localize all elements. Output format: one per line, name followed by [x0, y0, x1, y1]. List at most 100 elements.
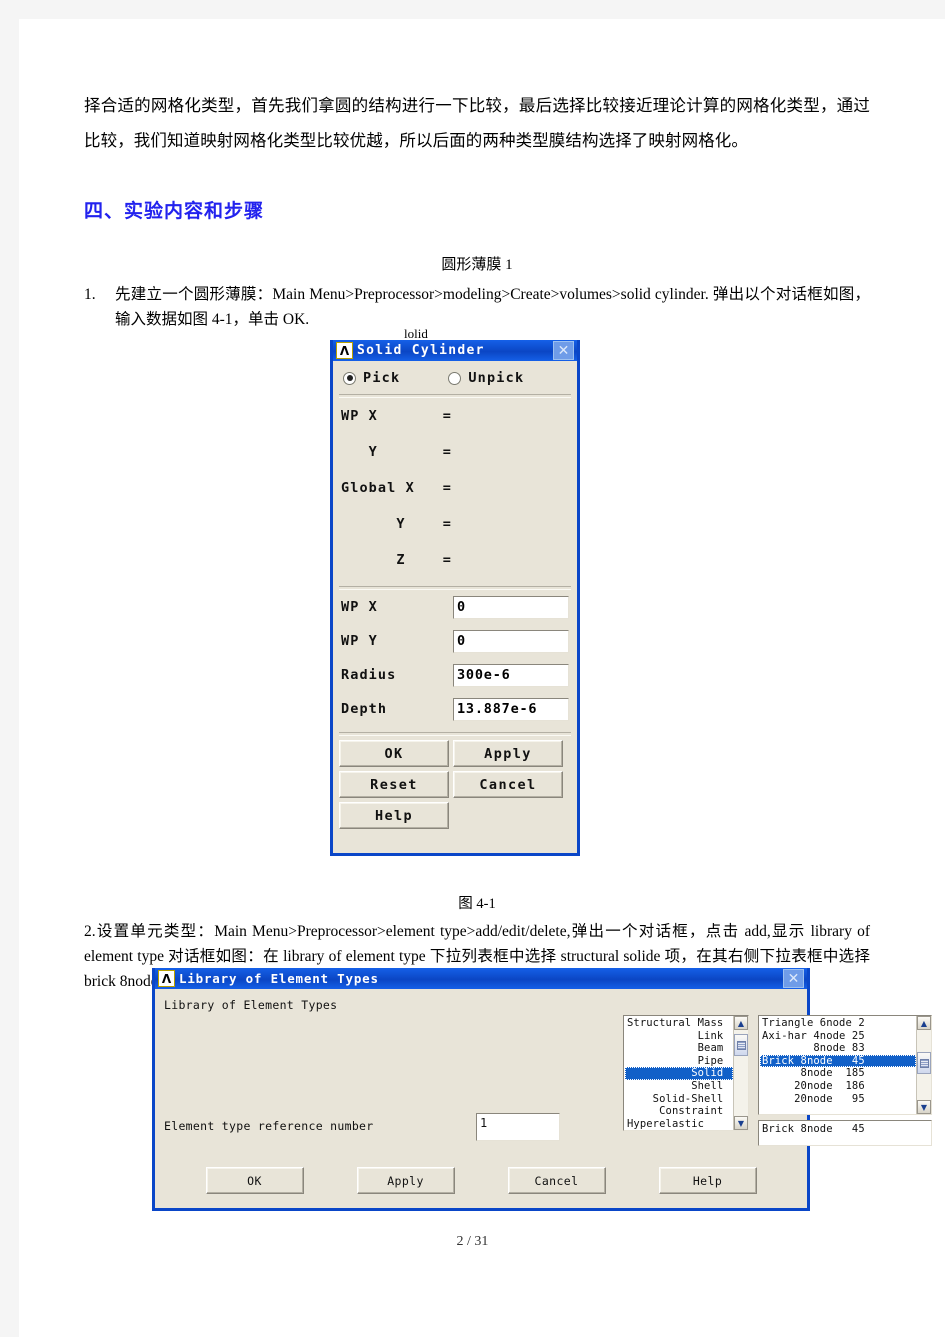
- field-row-depth: Depth 13.887e-6: [333, 692, 577, 726]
- ok-button[interactable]: OK: [205, 1167, 304, 1194]
- wp-y-input[interactable]: 0: [453, 629, 569, 653]
- wp-x-label: WP X: [341, 599, 378, 615]
- scrollbar-grip-icon: [919, 1058, 929, 1068]
- subsection-caption: 圆形薄膜 1: [441, 257, 513, 273]
- scrollbar-thumb[interactable]: [734, 1034, 748, 1056]
- document-page: 择合适的网格化类型，首先我们拿圆的结构进行一下比较，最后选择比较接近理论计算的网…: [0, 0, 945, 1337]
- readonly-label: Z: [341, 552, 406, 568]
- category-list-scrollbar[interactable]: ▲ ▼: [733, 1016, 748, 1130]
- help-button[interactable]: Help: [658, 1167, 757, 1194]
- equals-sign: =: [442, 480, 452, 496]
- equals-sign: =: [442, 408, 452, 424]
- step-1: 1. 先建立一个圆形薄膜：Main Menu>Preprocessor>mode…: [84, 282, 870, 332]
- equals-sign: =: [442, 552, 452, 568]
- wp-x-input[interactable]: 0: [453, 595, 569, 619]
- page-gutter-left: [0, 0, 19, 1337]
- scrollbar-grip-icon: [736, 1040, 746, 1050]
- unpick-radio-label: Unpick: [468, 370, 525, 386]
- list-item[interactable]: 20node 186: [760, 1080, 916, 1093]
- library-button-row: OK Apply Cancel Help: [155, 1167, 807, 1194]
- list-item[interactable]: Beam: [625, 1042, 733, 1055]
- page-gutter-top: [0, 0, 945, 19]
- selected-element-value: Brick 8node 45: [762, 1123, 865, 1135]
- depth-label: Depth: [341, 701, 388, 717]
- ok-button[interactable]: OK: [339, 740, 449, 767]
- field-row-radius: Radius 300e-6: [333, 658, 577, 692]
- radius-input[interactable]: 300e-6: [453, 663, 569, 687]
- list-item[interactable]: Link: [625, 1030, 733, 1043]
- close-icon[interactable]: ✕: [553, 341, 574, 360]
- list-item[interactable]: Shell: [625, 1080, 733, 1093]
- list-item[interactable]: Constraint: [625, 1105, 733, 1118]
- library-of-element-types-dialog[interactable]: Λ Library of Element Types ✕ Library of …: [152, 968, 932, 1211]
- element-type-reference-number-label: Element type reference number: [164, 1119, 374, 1133]
- equals-sign: =: [442, 516, 452, 532]
- scroll-up-icon[interactable]: ▲: [917, 1016, 931, 1030]
- figure-1-label: 图 4-1: [458, 896, 496, 912]
- library-body: Library of Element Types Structural Mass…: [155, 989, 932, 1229]
- scrollbar-thumb[interactable]: [917, 1052, 931, 1074]
- close-icon[interactable]: ✕: [783, 969, 804, 988]
- list-item-selected[interactable]: Solid: [625, 1067, 733, 1080]
- reset-button[interactable]: Reset: [339, 771, 449, 798]
- element-type-listbox[interactable]: Triangle 6node 2 Axi-har 4node 25 8node …: [758, 1015, 932, 1115]
- element-type-reference-number-input[interactable]: 1: [476, 1113, 560, 1141]
- ansys-logo-icon: Λ: [158, 970, 175, 987]
- field-row-wp-y: WP Y 0: [333, 624, 577, 658]
- solid-cylinder-body: Pick Unpick WP X = Y = Global X = Y = Z …: [333, 361, 577, 835]
- library-title-text: Library of Element Types: [179, 971, 379, 986]
- scrollbar-track[interactable]: [917, 1030, 931, 1100]
- solid-cylinder-title-bar[interactable]: Λ Solid Cylinder ✕: [333, 340, 577, 361]
- scroll-down-icon[interactable]: ▼: [734, 1116, 748, 1130]
- pick-mode-radio-group[interactable]: Pick Unpick: [333, 361, 577, 394]
- cancel-button[interactable]: Cancel: [453, 771, 563, 798]
- element-list-scrollbar[interactable]: ▲ ▼: [916, 1016, 931, 1114]
- list-item[interactable]: 20node 95: [760, 1093, 916, 1106]
- solid-cylinder-title-text: Solid Cylinder: [357, 343, 485, 358]
- list-item[interactable]: Structural Mass: [625, 1017, 733, 1030]
- cancel-button[interactable]: Cancel: [507, 1167, 606, 1194]
- readonly-label: Y: [341, 516, 406, 532]
- unpick-radio[interactable]: [448, 371, 462, 385]
- step-1-marker: 1.: [84, 286, 96, 303]
- element-category-listbox[interactable]: Structural Mass Link Beam Pipe Solid She…: [623, 1015, 749, 1131]
- depth-input[interactable]: 13.887e-6: [453, 697, 569, 721]
- readonly-label: Global X: [341, 480, 415, 496]
- scroll-down-icon[interactable]: ▼: [917, 1100, 931, 1114]
- solid-cylinder-dialog[interactable]: Λ Solid Cylinder ✕ Pick Unpick WP X = Y …: [330, 340, 580, 856]
- pick-radio[interactable]: [343, 371, 356, 385]
- list-item[interactable]: 8node 83: [760, 1042, 916, 1055]
- readonly-row-global-x: Global X =: [333, 470, 577, 506]
- ansys-logo-icon: Λ: [336, 342, 353, 359]
- selected-element-items: Brick 8node 45: [759, 1121, 931, 1145]
- list-item[interactable]: Hyperelastic: [625, 1118, 733, 1130]
- readonly-label: Y: [341, 444, 378, 460]
- step-1-text: 先建立一个圆形薄膜：Main Menu>Preprocessor>modelin…: [115, 286, 870, 328]
- element-type-items: Triangle 6node 2 Axi-har 4node 25 8node …: [759, 1016, 916, 1114]
- readonly-row-global-z: Z =: [333, 542, 577, 578]
- radius-label: Radius: [341, 667, 397, 683]
- readonly-row-global-y: Y =: [333, 506, 577, 542]
- apply-button[interactable]: Apply: [453, 740, 563, 767]
- list-item[interactable]: Pipe: [625, 1055, 733, 1068]
- apply-button[interactable]: Apply: [356, 1167, 455, 1194]
- list-item[interactable]: 8node 185: [760, 1067, 916, 1080]
- list-item-selected[interactable]: Brick 8node 45: [760, 1054, 916, 1068]
- scrollbar-track[interactable]: [734, 1030, 748, 1116]
- readonly-label: WP X: [341, 408, 378, 424]
- scroll-up-icon[interactable]: ▲: [734, 1016, 748, 1030]
- intro-paragraph: 择合适的网格化类型，首先我们拿圆的结构进行一下比较，最后选择比较接近理论计算的网…: [84, 96, 870, 150]
- page-footer: 2 / 31: [456, 1234, 489, 1249]
- equals-sign: =: [442, 444, 452, 460]
- solid-cylinder-button-grid: OK Apply Reset Cancel Help: [333, 736, 577, 835]
- library-title-bar[interactable]: Λ Library of Element Types ✕: [155, 968, 807, 989]
- field-row-wp-x: WP X 0: [333, 590, 577, 624]
- list-item[interactable]: Axi-har 4node 25: [760, 1030, 916, 1043]
- help-button[interactable]: Help: [339, 802, 449, 829]
- list-item[interactable]: Solid-Shell: [625, 1093, 733, 1106]
- library-group-label: Library of Element Types: [164, 998, 338, 1012]
- element-category-items: Structural Mass Link Beam Pipe Solid She…: [624, 1016, 733, 1130]
- readonly-row-wp-x: WP X =: [333, 398, 577, 434]
- list-item[interactable]: Triangle 6node 2: [760, 1017, 916, 1030]
- selected-element-display: Brick 8node 45: [758, 1120, 932, 1146]
